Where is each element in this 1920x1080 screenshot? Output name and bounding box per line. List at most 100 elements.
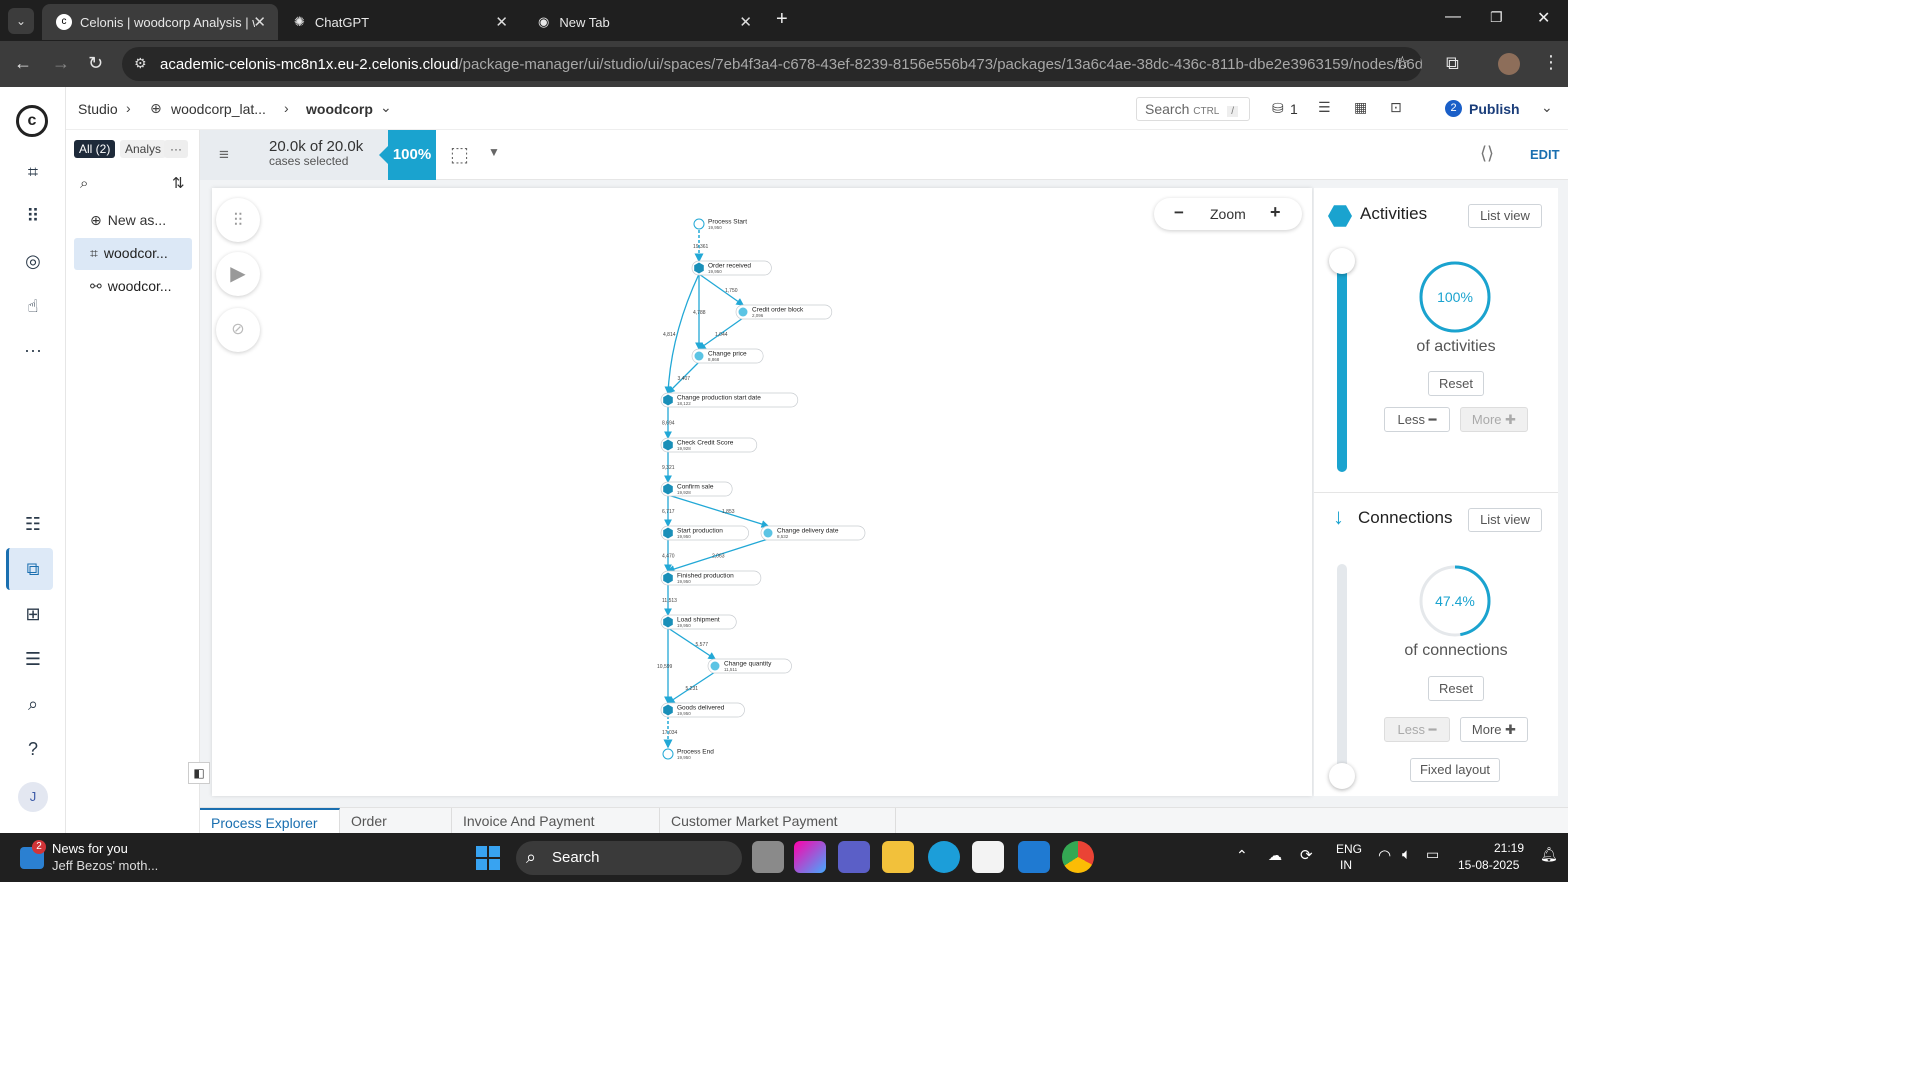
hamburger-button[interactable]: ≡ — [200, 130, 248, 180]
process-end-node[interactable] — [662, 748, 674, 760]
notification-icon[interactable]: 🔔︎ — [1540, 846, 1558, 863]
connections-reset-button[interactable]: Reset — [1428, 676, 1484, 701]
forward-icon[interactable]: → — [52, 53, 70, 74]
news-widget[interactable]: 2 News for you Jeff Bezos' moth... — [20, 839, 180, 877]
share-icon[interactable]: ⟨⟩ — [1480, 143, 1494, 164]
tab-search-icon[interactable]: ⌄ — [8, 8, 34, 34]
back-icon[interactable]: ← — [14, 53, 32, 74]
browser-tab-newtab[interactable]: ◉ New Tab ✕ — [524, 4, 764, 40]
connections-less-button[interactable]: Less ━ — [1384, 717, 1450, 742]
process-edge[interactable] — [667, 494, 770, 528]
activities-reset-button[interactable]: Reset — [1428, 371, 1484, 396]
activities-list-view-button[interactable]: List view — [1468, 204, 1542, 228]
minimize-icon[interactable]: — — [1445, 8, 1461, 26]
checklist-icon[interactable]: ☰ — [1318, 99, 1331, 116]
close-icon[interactable]: ✕ — [739, 13, 752, 31]
close-icon[interactable]: ✕ — [495, 13, 508, 31]
breadcrumb-studio[interactable]: Studio — [78, 101, 118, 117]
activity-node-circle[interactable] — [763, 528, 773, 538]
profile-avatar[interactable] — [1498, 53, 1520, 75]
connections-list-view-button[interactable]: List view — [1468, 508, 1542, 532]
connections-slider-handle[interactable] — [1329, 763, 1355, 789]
help-icon[interactable]: ? — [20, 736, 46, 762]
selection-tool-icon[interactable]: ⬚ — [450, 142, 469, 167]
sort-icon[interactable]: ⇅ — [172, 174, 185, 192]
clock-date[interactable]: 15-08-2025 — [1458, 858, 1519, 872]
filter-analysis-chip[interactable]: Analys — [120, 140, 167, 158]
connections-more-button[interactable]: More ✚ — [1460, 717, 1528, 742]
folder-icon[interactable] — [882, 841, 914, 873]
more-icon[interactable]: ··· — [20, 337, 46, 363]
wifi-icon[interactable]: ◠ — [1378, 846, 1391, 864]
chrome-icon[interactable] — [1062, 841, 1094, 873]
apps-grid-icon[interactable]: ⠿ — [20, 203, 46, 229]
data-table-icon[interactable]: ☷ — [20, 511, 46, 537]
activities-more-button[interactable]: More ✚ — [1460, 407, 1528, 432]
reload-icon[interactable]: ↻ — [88, 53, 103, 74]
tab-customer-market-payment-delays[interactable]: Customer Market Payment Delays — [660, 808, 896, 855]
filter-all-chip[interactable]: All (2) — [74, 140, 116, 158]
celonis-logo[interactable]: c — [16, 105, 48, 137]
edge-icon[interactable] — [928, 841, 960, 873]
new-tab-icon[interactable]: + — [776, 8, 788, 31]
chevron-down-icon[interactable]: ⌄ — [1541, 99, 1553, 116]
connections-slider-track[interactable] — [1337, 564, 1347, 776]
breadcrumb-package[interactable]: woodcorp — [306, 101, 373, 117]
vscode-icon[interactable] — [1018, 841, 1050, 873]
filter-more-chip[interactable]: ··· — [164, 140, 188, 158]
sync-icon[interactable]: ⟳ — [1300, 846, 1313, 864]
activity-node-circle[interactable] — [738, 307, 748, 317]
menu-icon[interactable]: ⋮ — [1542, 52, 1560, 73]
breadcrumb-space[interactable]: woodcorp_lat... — [171, 101, 266, 117]
bookmark-star-icon[interactable]: ☆ — [1395, 53, 1410, 73]
onedrive-icon[interactable]: ☁ — [1268, 847, 1282, 864]
package-icon[interactable]: ⊞ — [20, 601, 46, 627]
search-input[interactable]: Search CTRL / — [1136, 97, 1250, 121]
studio-icon[interactable]: ⧉ — [20, 556, 46, 582]
hand-pointer-icon[interactable]: ☝ — [20, 293, 46, 319]
tab-process-explorer[interactable]: Process Explorer 3 — [200, 808, 340, 857]
clock-time[interactable]: 21:19 — [1494, 841, 1524, 855]
file-explorer-icon[interactable] — [752, 841, 784, 873]
chevron-down-icon[interactable]: ▼ — [488, 145, 500, 159]
process-analysis-icon[interactable]: ⌗ — [20, 159, 46, 185]
battery-icon[interactable]: ▭ — [1426, 846, 1439, 863]
window-close-icon[interactable]: ✕ — [1537, 8, 1550, 28]
activity-node-circle[interactable] — [694, 351, 704, 361]
activities-less-button[interactable]: Less ━ — [1384, 407, 1450, 432]
tab-invoice-payment-analysis[interactable]: Invoice And Payment Analysis — [452, 808, 660, 855]
process-start-node[interactable] — [693, 218, 705, 230]
calendar-icon[interactable]: ▦ — [1354, 99, 1367, 116]
store-icon[interactable] — [972, 841, 1004, 873]
preview-icon[interactable]: ⊡ — [1390, 99, 1402, 116]
activities-slider-handle[interactable] — [1329, 248, 1355, 274]
asset-item-analysis[interactable]: ⌗ woodcor... — [74, 238, 192, 270]
volume-icon[interactable]: 🔈︎ — [1402, 846, 1411, 863]
maximize-icon[interactable]: ❐ — [1490, 9, 1503, 26]
search-icon[interactable]: ⌕ — [20, 691, 46, 717]
asset-item-knowledge-model[interactable]: ⚯ woodcor... — [90, 278, 172, 295]
language-line1[interactable]: ENG — [1336, 842, 1362, 856]
tab-order-analysis[interactable]: Order Analysis — [340, 808, 452, 855]
close-icon[interactable]: ✕ — [253, 13, 266, 31]
taskbar-search[interactable]: ⌕ Search — [516, 841, 742, 875]
sliders-icon[interactable]: ☰ — [20, 646, 46, 672]
chevron-up-icon[interactable]: ⌃ — [1236, 847, 1248, 864]
database-icon[interactable]: ⛁ — [1272, 100, 1284, 117]
start-button[interactable] — [476, 846, 500, 870]
language-line2[interactable]: IN — [1340, 858, 1352, 872]
publish-button[interactable]: Publish — [1469, 101, 1520, 117]
extensions-icon[interactable]: ⧉ — [1446, 53, 1459, 74]
browser-tab-celonis[interactable]: c Celonis | woodcorp Analysis | w ✕ — [42, 4, 278, 40]
site-info-icon[interactable]: ⚙ — [134, 55, 147, 72]
fixed-layout-button[interactable]: Fixed layout — [1410, 758, 1500, 782]
collapse-panel-icon[interactable]: ◧ — [188, 762, 210, 784]
address-bar[interactable]: ⚙ academic-celonis-mc8n1x.eu-2.celonis.c… — [122, 47, 1422, 81]
compass-icon[interactable]: ◎ — [20, 248, 46, 274]
copilot-icon[interactable] — [794, 841, 826, 873]
chevron-down-icon[interactable]: ⌄ — [380, 99, 392, 116]
teams-icon[interactable] — [838, 841, 870, 873]
avatar[interactable]: J — [18, 782, 48, 812]
new-asset-button[interactable]: ⊕ New as... — [90, 212, 166, 229]
edit-button[interactable]: EDIT — [1530, 147, 1560, 162]
